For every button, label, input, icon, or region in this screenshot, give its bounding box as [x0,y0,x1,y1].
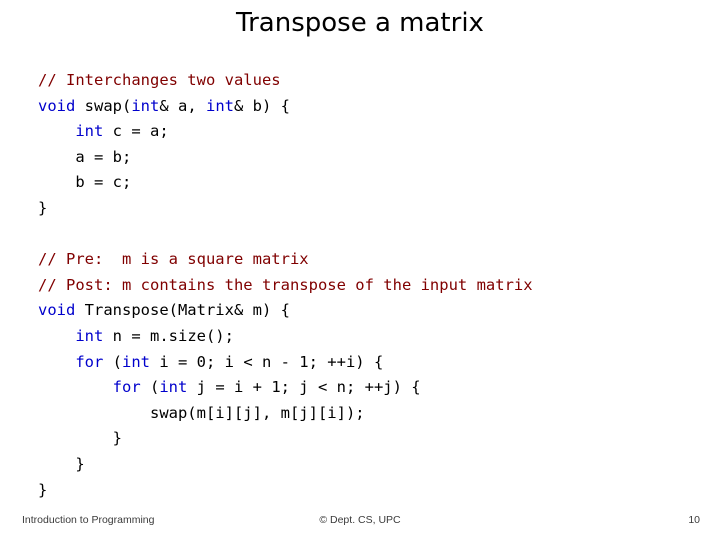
code-text: j = i + 1; j < n; ++j) { [187,378,421,397]
code-keyword: int [131,96,160,115]
code-line: void swap(int& a, int& b) { [38,94,698,120]
code-text: ( [103,352,122,371]
code-text: swap( [75,96,132,115]
code-line: // Post: m contains the transpose of the… [38,273,698,299]
code-text: i = 0; i < n - 1; ++i) { [150,352,384,371]
code-text: ( [140,378,160,397]
page-title: Transpose a matrix [236,8,484,38]
code-text: & b) { [234,96,290,115]
slide-footer: Introduction to Programming © Dept. CS, … [0,506,720,540]
code-line: for (int j = i + 1; j < n; ++j) { [38,375,698,401]
code-line: // Interchanges two values [38,68,698,94]
code-keyword: int [75,122,104,141]
code-text: & a, [159,96,206,115]
code-text: } [38,480,48,499]
code-keyword: int [206,96,234,115]
code-text: a = b; [38,147,132,166]
code-comment: // Interchanges two values [38,71,281,89]
code-line: swap(m[i][j], m[j][i]); [38,401,698,427]
code-line: // Pre: m is a square matrix [38,247,698,273]
code-keyword: void [38,96,76,115]
code-keyword: int [75,326,104,345]
code-line: } [38,452,698,478]
code-text: n = m.size(); [103,326,234,345]
code-text: } [38,454,85,473]
footer-page-number: 10 [688,514,700,526]
code-line: int n = m.size(); [38,324,698,350]
code-line: b = c; [38,170,698,196]
code-text: b = c; [38,173,132,192]
code-comment: // Pre: m is a square matrix [38,250,309,269]
code-text: c = a; [103,122,169,141]
code-keyword: for [75,352,104,371]
code-keyword: void [38,301,76,320]
code-line: a = b; [38,145,698,171]
footer-copyright-label: © Dept. CS, UPC [319,514,401,526]
code-line: int c = a; [38,119,698,145]
code-line: for (int i = 0; i < n - 1; ++i) { [38,350,698,376]
code-keyword: int [159,378,188,397]
code-text: swap(m[i][j], m[j][i]); [38,403,365,422]
code-line: } [38,426,698,452]
code-text: Transpose(Matrix& m) { [75,301,290,320]
code-line: } [38,478,698,504]
code-text: } [38,198,48,217]
code-line: } [38,196,698,222]
code-keyword: for [112,378,141,397]
code-line: void Transpose(Matrix& m) { [38,298,698,324]
slide: Transpose a matrix // Interchanges two v… [0,0,720,540]
code-comment: // Post: m contains the transpose of the… [38,275,533,294]
code-keyword: int [122,352,150,371]
code-block: // Interchanges two values void swap(int&… [38,68,698,503]
code-text: } [38,429,122,448]
